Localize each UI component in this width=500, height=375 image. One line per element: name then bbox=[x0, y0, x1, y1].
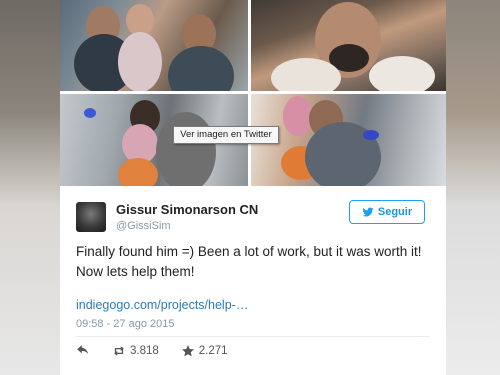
blurred-background-left bbox=[0, 0, 60, 375]
tweet-text: Finally found him =) Been a lot of work,… bbox=[76, 242, 436, 282]
tweet-photo-4[interactable] bbox=[251, 94, 446, 186]
embedded-tweet-card: Ver imagen en Twitter Gissur Simonarson … bbox=[60, 0, 446, 375]
tweet-timestamp[interactable]: 09:58 - 27 ago 2015 bbox=[76, 318, 174, 330]
tweet-text-line-2: Now lets help them! bbox=[76, 264, 195, 279]
star-icon bbox=[181, 345, 194, 357]
blurred-background-right bbox=[440, 0, 500, 375]
follow-button[interactable]: Seguir bbox=[349, 200, 425, 224]
like-count: 2.271 bbox=[198, 345, 228, 357]
reply-icon bbox=[77, 345, 89, 355]
reply-button[interactable] bbox=[76, 344, 90, 358]
author-handle[interactable]: @GissiSim bbox=[116, 220, 171, 232]
follow-label: Seguir bbox=[377, 206, 413, 218]
tweet-photo-grid[interactable] bbox=[60, 0, 446, 186]
twitter-bird-icon bbox=[362, 207, 374, 217]
tweet-link[interactable]: indiegogo.com/projects/help-… bbox=[76, 298, 248, 312]
tweet-photo-2[interactable] bbox=[251, 0, 446, 91]
divider bbox=[76, 336, 430, 337]
image-tooltip: Ver imagen en Twitter bbox=[173, 126, 279, 144]
tweet-actions: 3.818 2.271 bbox=[76, 344, 250, 358]
retweet-button[interactable]: 3.818 bbox=[112, 344, 159, 358]
tweet-body: Gissur Simonarson CN @GissiSim Seguir Fi… bbox=[60, 186, 446, 375]
retweet-count: 3.818 bbox=[130, 345, 159, 357]
avatar[interactable] bbox=[76, 202, 106, 232]
tweet-photo-1[interactable] bbox=[60, 0, 248, 91]
tweet-text-line-1: Finally found him =) Been a lot of work,… bbox=[76, 244, 422, 259]
author-name[interactable]: Gissur Simonarson CN bbox=[116, 202, 258, 217]
like-button[interactable]: 2.271 bbox=[181, 344, 228, 358]
retweet-icon bbox=[114, 346, 124, 356]
